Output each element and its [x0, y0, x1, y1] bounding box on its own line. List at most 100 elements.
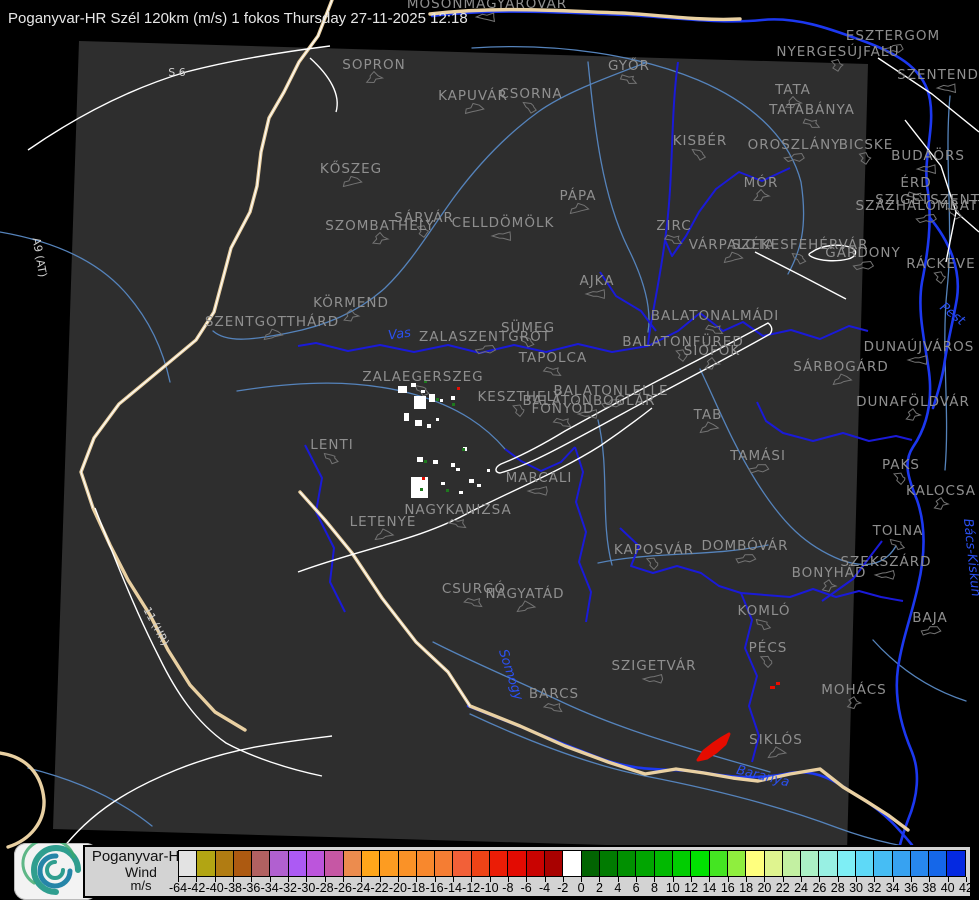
legend-swatch: [563, 851, 582, 876]
echo-cell-white: [429, 394, 435, 402]
city-label: KISBÉR: [673, 132, 728, 149]
echo-cell-white: [477, 484, 481, 487]
legend-tick-label: 16: [720, 881, 735, 895]
city-label: TAMÁSI: [729, 447, 786, 464]
legend-tick-label: -34: [260, 881, 279, 895]
echo-cell-white: [469, 479, 474, 483]
legend-swatch: [764, 851, 783, 876]
echo-cell-green: [424, 460, 427, 463]
city-label: OROSZLÁNY: [748, 136, 841, 153]
legend-tick-label: -24: [352, 881, 371, 895]
county-label: Vas: [387, 325, 412, 343]
echo-cell-red: [422, 477, 425, 480]
legend-swatch: [727, 851, 747, 876]
legend-tick-label: -14: [443, 881, 462, 895]
city-label: KAPUVÁR: [438, 87, 508, 104]
legend-swatch: [910, 851, 930, 876]
city-label: NAGYATÁD: [485, 585, 564, 602]
city-label: AJKA: [579, 273, 614, 289]
city-label: BAJA: [912, 610, 947, 626]
city-outline: [933, 496, 950, 510]
city-label: KÖRMEND: [313, 293, 389, 311]
legend-tick-label: 0: [577, 881, 585, 895]
legend-swatch: [709, 851, 728, 876]
city-label: SÁRBOGÁRD: [793, 358, 889, 375]
legend-swatch: [599, 851, 619, 876]
legend-swatch: [746, 851, 765, 876]
legend-tick-label: 12: [684, 881, 699, 895]
echo-cell-white: [417, 457, 423, 462]
echo-cell-white: [427, 424, 431, 428]
legend-tick-label: 32: [867, 881, 882, 895]
legend-swatch: [343, 851, 362, 876]
legend-tick-label: -30: [297, 881, 316, 895]
legend-swatch: [544, 851, 564, 876]
city-outline: [905, 407, 922, 421]
echo-cell-white: [411, 477, 428, 498]
echo-cell-white: [421, 390, 425, 393]
city-label: SZENTGOTTHÁRD: [205, 313, 339, 330]
legend-swatch: [435, 851, 454, 876]
legend-tick-label: 26: [812, 881, 827, 895]
city-label: DUNAÚJVÁROS: [864, 337, 975, 355]
radar-domain: [53, 41, 868, 852]
city-label: KALOCSA: [906, 483, 976, 499]
city-label: SOPRON: [342, 57, 405, 73]
city-label: MARCALI: [506, 470, 573, 486]
city-label: DUNAFÖLDVÁR: [856, 392, 970, 410]
legend-tick-label: -16: [425, 881, 444, 895]
city-label: TATABÁNYA: [768, 101, 855, 118]
legend-tick-label: -28: [315, 881, 334, 895]
legend-swatch: [398, 851, 417, 876]
echo-cell-white: [436, 418, 439, 421]
legend-swatch: [636, 851, 655, 876]
city-label: BALATONALMÁDI: [651, 307, 780, 324]
county-label: Bács-Kiskun: [960, 518, 979, 598]
legend-swatch: [691, 851, 710, 876]
wind-radar-map: MOSONMAGYARÓVÁRSOPRON GYŐRKAPUVÁRCSORNAES…: [0, 0, 979, 854]
legend-swatch: [837, 851, 856, 876]
echo-cell-red: [457, 387, 460, 390]
legend-tick-label: -4: [538, 881, 551, 895]
legend-swatch: [197, 851, 216, 876]
city-outline: [906, 355, 928, 365]
legend-swatch: [233, 851, 253, 876]
city-label: FONYÓD: [531, 399, 594, 417]
legend-tick-label: -38: [223, 881, 243, 895]
echo-cell-white: [433, 460, 438, 464]
city-label: TATA: [774, 82, 811, 98]
city-outline: [474, 12, 496, 23]
legend-swatch: [471, 851, 491, 876]
legend-tick-label: 24: [794, 881, 809, 895]
legend-tick-label: -18: [407, 881, 426, 895]
city-label: SIÓFOK: [684, 341, 741, 359]
legend-tick-label: -12: [462, 881, 481, 895]
city-label: CELLDÖMÖLK: [452, 213, 555, 231]
city-label: ZALAEGERSZEG: [362, 369, 483, 385]
legend-tick-label: 42: [959, 881, 973, 895]
city-label: SZIGETVÁR: [611, 657, 696, 674]
city-label: BONYHÁD: [792, 564, 867, 581]
legend-tick-label: -42: [187, 881, 206, 895]
echo-cell-green: [446, 489, 449, 492]
legend-swatch: [892, 851, 911, 876]
legend-tick-label: -26: [333, 881, 352, 895]
echo-cell-red: [770, 686, 775, 689]
legend-swatch: [929, 851, 948, 876]
city-label: PÉCS: [749, 639, 788, 656]
legend-swatch: [453, 851, 472, 876]
city-label: MOHÁCS: [821, 681, 886, 698]
city-label: NAGYKANIZSA: [404, 502, 511, 518]
legend-swatch: [819, 851, 838, 876]
legend-tick-label: -10: [480, 881, 499, 895]
city-outline: [873, 569, 895, 580]
legend-swatch: [618, 851, 637, 876]
city-label: TAPOLCA: [518, 350, 587, 366]
legend-tick-label: -22: [370, 881, 389, 895]
city-label: SIKLÓS: [749, 730, 803, 748]
legend-tick-label: -8: [502, 881, 514, 895]
city-label: KŐSZEG: [320, 159, 382, 177]
city-label: RÁCKEVE: [906, 255, 975, 272]
city-outline: [892, 472, 906, 486]
city-label: LETENYE: [350, 514, 417, 530]
